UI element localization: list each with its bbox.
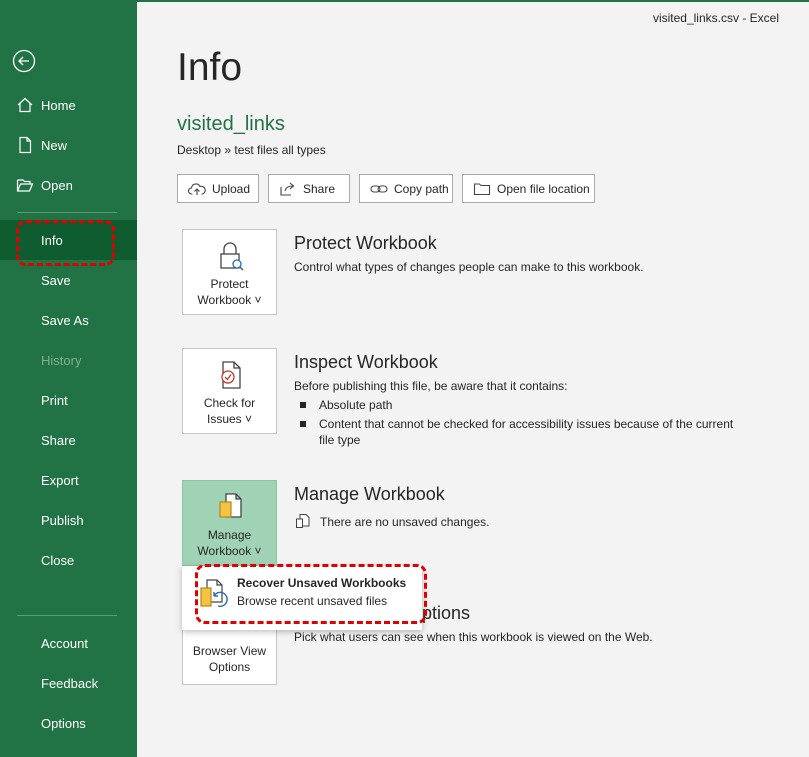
inspect-title: Inspect Workbook	[294, 352, 438, 372]
manage-workbook-icon	[214, 491, 246, 523]
nav-share-label: Share	[41, 432, 76, 448]
folder-icon	[473, 182, 491, 195]
open-file-location-button[interactable]: Open file location	[462, 174, 595, 203]
protect-button-line1: Protect	[210, 277, 249, 291]
browser-button-line2: Options	[208, 660, 251, 674]
nav-save-as[interactable]: Save As	[0, 300, 137, 340]
backstage-sidebar: Home New Open Info Save Save As History …	[0, 0, 137, 757]
upload-button[interactable]: Upload	[177, 174, 259, 203]
nav-new-label: New	[41, 137, 68, 153]
sidebar-divider	[17, 212, 117, 213]
nav-print-label: Print	[41, 392, 68, 408]
back-button[interactable]	[12, 49, 36, 73]
nav-history-label: History	[41, 352, 82, 368]
manage-button-line2: Workbook ˅	[197, 544, 262, 558]
no-changes-icon	[295, 513, 311, 534]
nav-feedback[interactable]: Feedback	[0, 663, 137, 703]
nav-account-label: Account	[41, 635, 88, 651]
nav-open-label: Open	[41, 177, 73, 193]
check-button-line1: Check for	[203, 396, 256, 410]
inspect-document-icon	[214, 359, 246, 391]
nav-save-label: Save	[41, 272, 71, 288]
manage-title: Manage Workbook	[294, 484, 445, 504]
nav-feedback-label: Feedback	[41, 675, 99, 691]
check-for-issues-button[interactable]: Check for Issues ˅	[182, 348, 277, 434]
open-folder-icon	[16, 176, 34, 194]
bullet-marker	[300, 421, 306, 427]
nav-print[interactable]: Print	[0, 380, 137, 420]
lock-icon	[214, 240, 246, 272]
nav-export[interactable]: Export	[0, 460, 137, 500]
nav-export-label: Export	[41, 472, 79, 488]
protect-desc: Control what types of changes people can…	[294, 260, 644, 274]
browser-button-line1: Browser View	[192, 644, 267, 658]
copy-path-button[interactable]: Copy path	[359, 174, 453, 203]
nav-publish-label: Publish	[41, 512, 84, 528]
browser-desc: Pick what users can see when this workbo…	[294, 630, 653, 644]
cloud-upload-icon	[188, 182, 206, 195]
nav-home[interactable]: Home	[0, 85, 137, 125]
title-bar-accent	[137, 0, 809, 2]
nav-new[interactable]: New	[0, 125, 137, 165]
check-button-line2: Issues ˅	[206, 412, 253, 426]
manage-desc: There are no unsaved changes.	[320, 515, 490, 529]
page-title: Info	[177, 46, 243, 89]
share-icon	[280, 182, 295, 196]
nav-close[interactable]: Close	[0, 540, 137, 580]
new-document-icon	[16, 136, 34, 154]
inspect-bullet-2: Content that cannot be checked for acces…	[319, 417, 734, 447]
upload-label: Upload	[212, 181, 251, 196]
manage-workbook-button[interactable]: Manage Workbook ˅	[182, 480, 277, 566]
copy-path-label: Copy path	[394, 181, 449, 196]
inspect-desc: Before publishing this file, be aware th…	[294, 379, 568, 393]
nav-save[interactable]: Save	[0, 260, 137, 300]
nav-options[interactable]: Options	[0, 703, 137, 743]
sidebar-divider	[17, 615, 117, 616]
nav-close-label: Close	[41, 552, 75, 568]
nav-save-as-label: Save As	[41, 312, 89, 328]
protect-workbook-button[interactable]: Protect Workbook ˅	[182, 229, 277, 315]
file-name: visited_links	[177, 113, 285, 135]
window-title: visited_links.csv - Excel	[652, 11, 779, 25]
protect-title: Protect Workbook	[294, 233, 437, 253]
nav-open[interactable]: Open	[0, 165, 137, 205]
inspect-bullet-1: Absolute path	[319, 398, 393, 412]
browser-title: ptions	[422, 603, 471, 623]
nav-home-label: Home	[41, 97, 76, 113]
share-label: Share	[303, 181, 336, 196]
nav-share[interactable]: Share	[0, 420, 137, 460]
nav-options-label: Options	[41, 715, 86, 731]
link-icon	[370, 184, 388, 193]
open-file-location-label: Open file location	[497, 181, 590, 196]
share-button[interactable]: Share	[268, 174, 350, 203]
nav-history: History	[0, 340, 137, 380]
file-path: Desktop » test files all types	[177, 143, 326, 157]
highlight-annotation	[16, 220, 115, 266]
back-arrow-icon	[12, 49, 36, 73]
nav-account[interactable]: Account	[0, 623, 137, 663]
highlight-annotation	[195, 564, 427, 624]
manage-button-line1: Manage	[207, 528, 252, 542]
nav-publish[interactable]: Publish	[0, 500, 137, 540]
bullet-marker	[300, 402, 306, 408]
home-icon	[16, 96, 34, 114]
protect-button-line2: Workbook ˅	[197, 293, 262, 307]
